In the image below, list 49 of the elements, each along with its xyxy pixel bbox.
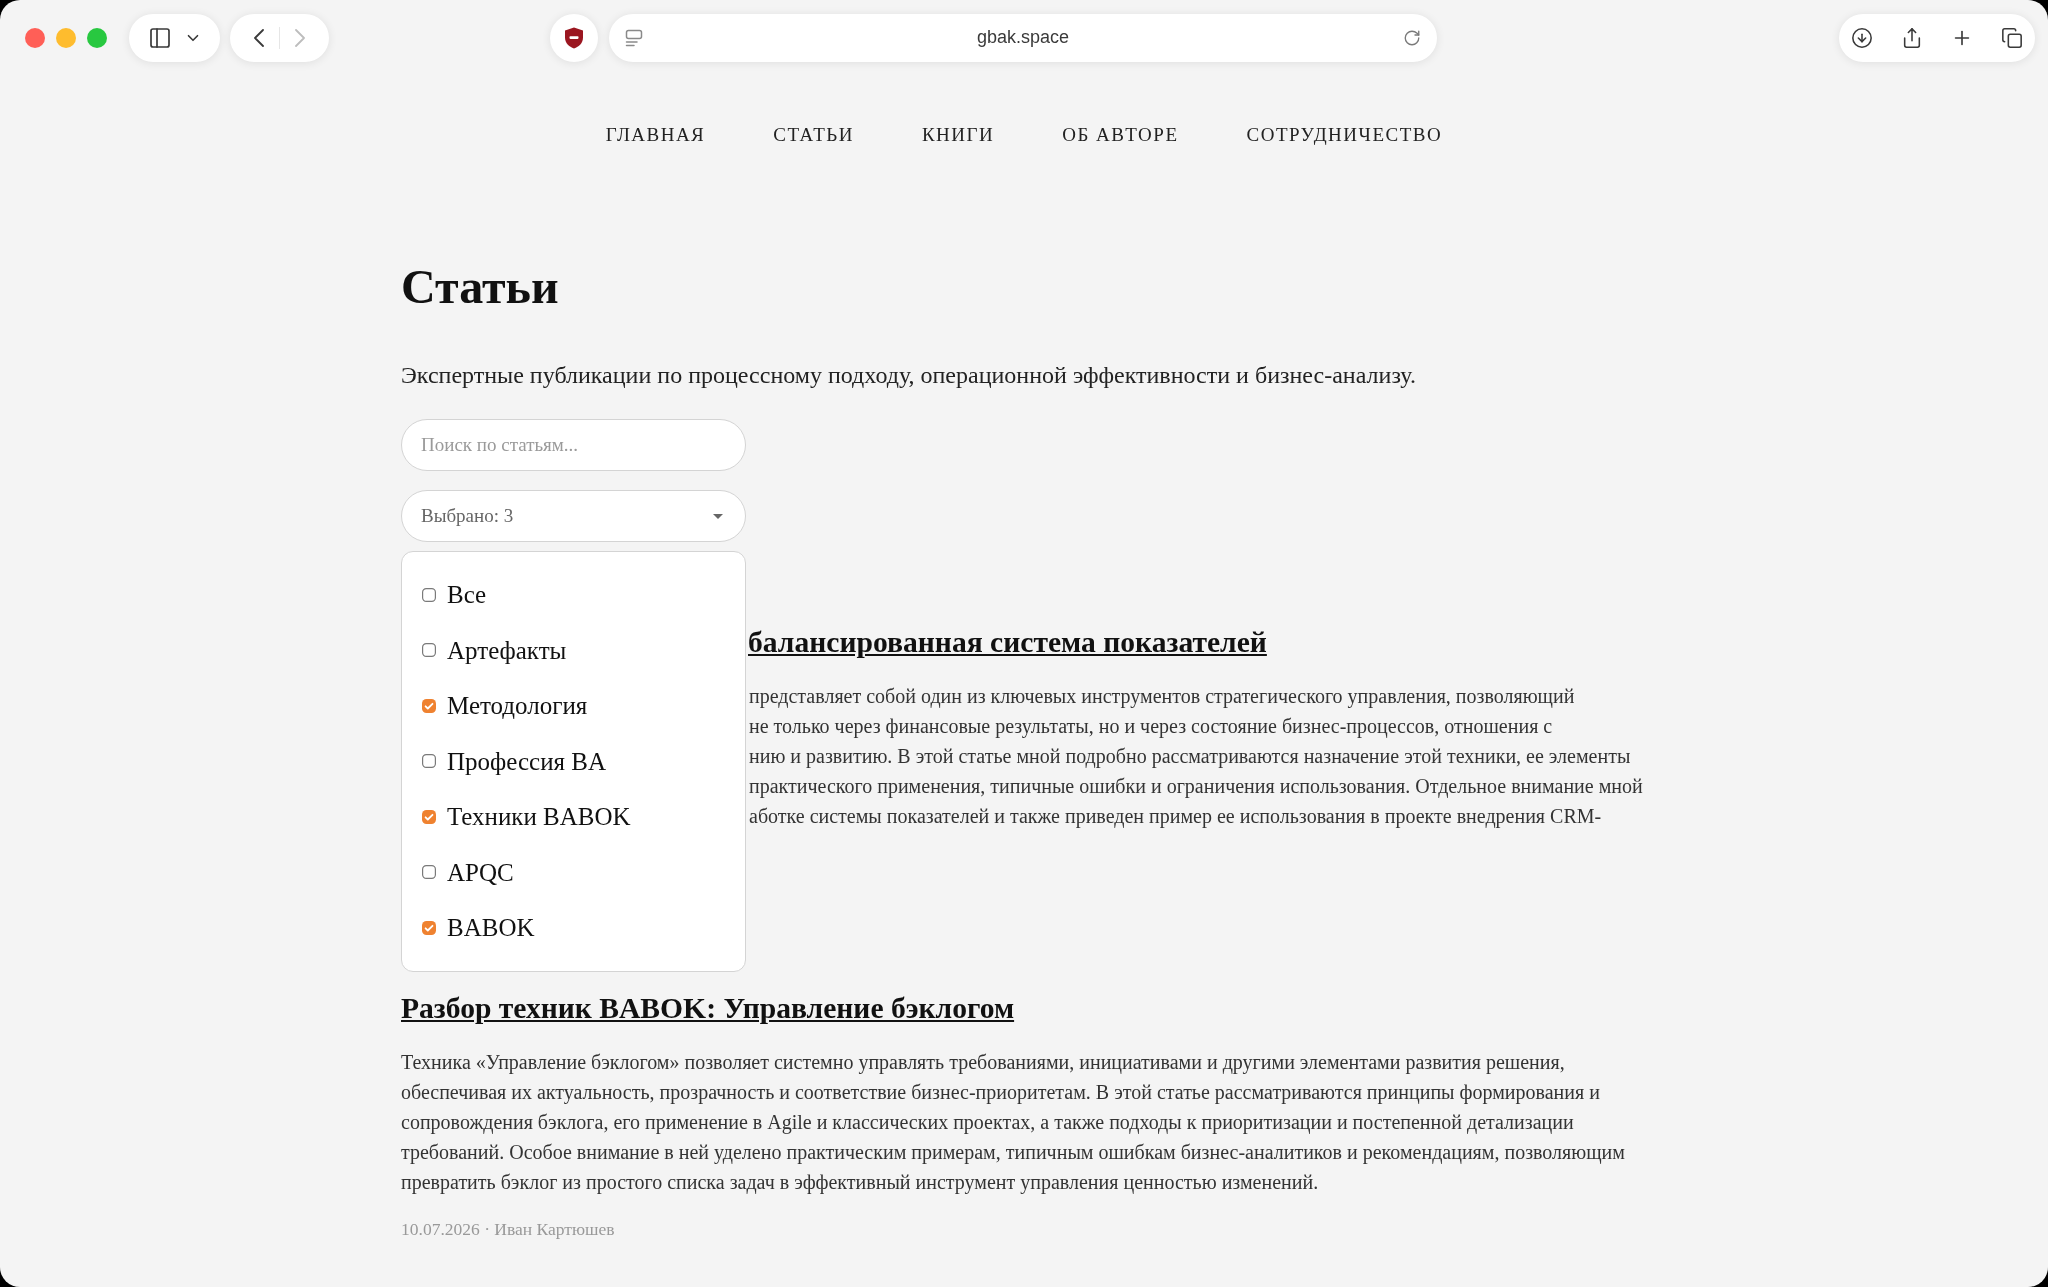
filter-option[interactable]: Все (402, 567, 745, 623)
article-excerpt-line: практического применения, типичные ошибки и ограничения использования. Отдельное внимание мной (749, 774, 1643, 800)
checked-checkbox-icon[interactable] (422, 698, 436, 713)
article-excerpt-line: не только через финансовые результаты, но и через состояние бизнес-процессов, отношения с (749, 714, 1553, 740)
page-subtitle: Экспертные публикации по процессному подходу, операционной эффективности и бизнес-анализу. (401, 361, 1416, 390)
nav-link[interactable]: СОТРУДНИЧЕСТВО (1246, 124, 1443, 146)
nav-link[interactable]: СТАТЬИ (773, 124, 854, 146)
filter-option[interactable]: Профессия BA (402, 733, 745, 789)
download-icon (1851, 26, 1873, 49)
nav-link[interactable]: ОБ АВТОРЕ (1062, 124, 1179, 146)
overlapping-squares-icon (2001, 26, 2023, 49)
filter-option[interactable]: BABOK (402, 900, 745, 956)
article-meta: 10.07.2026 · Иван Картюшев (401, 1218, 615, 1240)
search-field[interactable]: Поиск по статьям... (401, 419, 746, 471)
article-excerpt-line: нию и развитию. В этой статье мной подробно рассматриваются назначение этой техники, ее элементы (749, 744, 1631, 770)
address-bar[interactable]: gbak.space (609, 13, 1437, 62)
share-button[interactable] (1901, 26, 1923, 49)
article-title-link[interactable]: балансированная система показателей (748, 623, 1267, 661)
reload-button[interactable] (1403, 28, 1421, 47)
reload-icon (1403, 28, 1421, 47)
downloads-button[interactable] (1851, 26, 1873, 49)
nav-link[interactable]: ГЛАВНАЯ (605, 124, 706, 146)
nav-link[interactable]: КНИГИ (921, 124, 995, 146)
checked-checkbox-icon[interactable] (422, 809, 436, 824)
sidebar-button[interactable] (129, 13, 220, 62)
checkbox-icon[interactable] (422, 754, 436, 769)
article-title-link[interactable]: Разбор техник BABOK: Управление бэклогом (401, 989, 1015, 1027)
article-excerpt-line: аботке системы показателей и также приведен пример ее использования в проекте внедрения CRM- (749, 804, 1602, 830)
address-text: gbak.space (976, 26, 1070, 49)
filter-option[interactable]: APQC (402, 844, 745, 900)
checkbox-icon[interactable] (422, 587, 436, 602)
tabs-overview-button[interactable] (2001, 26, 2023, 49)
shield-icon (564, 26, 584, 49)
article-excerpt: Техника «Управление бэклогом» позволяет системно управлять требованиями, инициативами и другими элементами развития решения, обеспечивая их актуальность, прозрачность и соответствие бизнес-приоритетам. В этой статье рассматриваются принципы формирования и сопровождения бэклога, его применение в Agile и классических проектах, а также подходы к приоритизации и постепенной детализации требований. Особое внимание в ней уделено практическим примерам, типичным ошибкам бизнес-аналитиков и рекомендациям, позволяющим превратить бэклог из простого списка задач в эффективный инструмент управления ценностью изменений. (401, 1050, 1626, 1196)
article-excerpt-line: представляет собой один из ключевых инструментов стратегического управления, позволяющий (749, 684, 1575, 710)
filter-select[interactable]: Выбрано: 3 (401, 490, 746, 542)
sidebar-icon (147, 25, 172, 50)
filter-option[interactable]: Методология (402, 678, 745, 734)
checkbox-icon[interactable] (422, 643, 436, 658)
caret-icon (713, 513, 723, 519)
page-title: Статьи (401, 259, 559, 315)
filter-option[interactable]: Артефакты (402, 622, 745, 678)
close-window-button[interactable] (25, 27, 45, 48)
filter-option[interactable]: Техники BABOK (402, 789, 745, 845)
share-icon (1901, 26, 1923, 49)
checkbox-icon[interactable] (422, 865, 436, 880)
extension-button[interactable] (550, 13, 598, 62)
rectangle-lines-icon (625, 28, 643, 47)
checked-checkbox-icon[interactable] (422, 920, 436, 935)
